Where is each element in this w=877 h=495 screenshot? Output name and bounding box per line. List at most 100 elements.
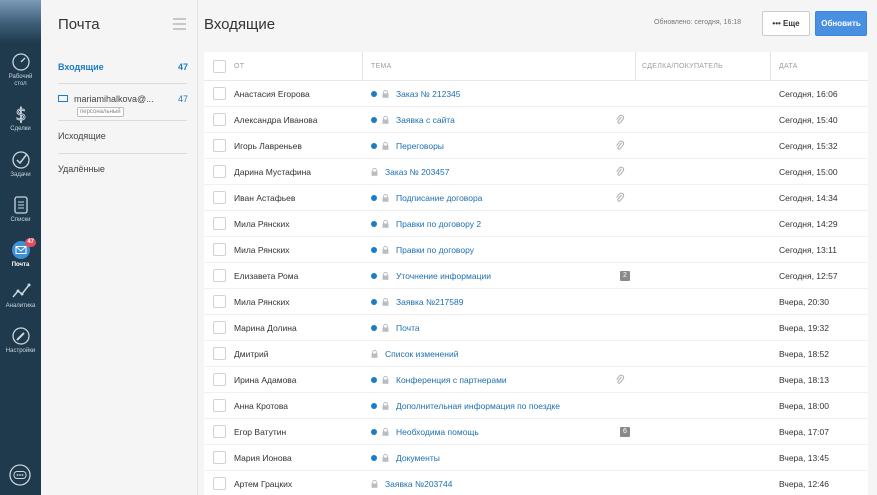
update-button[interactable]: Обновить	[815, 11, 867, 36]
subject-link[interactable]: Уточнение информации	[396, 263, 491, 289]
received-date: Сегодня, 12:57	[779, 271, 838, 281]
lock-icon	[382, 323, 389, 332]
sender: Артем Грацких	[234, 479, 293, 489]
lock-icon	[382, 297, 389, 306]
column-divider	[362, 52, 363, 81]
row-checkbox[interactable]	[213, 425, 226, 438]
mail-account[interactable]: mariamihalkova@... 47	[58, 94, 188, 104]
nav-item-dashboard[interactable]: Рабочий стол	[0, 52, 41, 88]
attachment-icon	[615, 192, 625, 204]
table-row[interactable]: Иван Астафьев Подписание договора Сегодня,…	[204, 185, 868, 211]
row-checkbox[interactable]	[213, 321, 226, 334]
row-checkbox[interactable]	[213, 269, 226, 282]
subject-link[interactable]: Правки по договору 2	[396, 211, 481, 237]
row-checkbox[interactable]	[213, 347, 226, 360]
row-checkbox[interactable]	[213, 113, 226, 126]
unread-dot-icon	[371, 195, 377, 201]
more-button[interactable]: ••• Еще	[762, 11, 810, 36]
column-date[interactable]: ДАТА	[779, 52, 798, 81]
table-row[interactable]: Ирина Адамова Конференция с партнерами Вче…	[204, 367, 868, 393]
subject-link[interactable]: Дополнительная информация по поездке	[396, 393, 560, 419]
subject-link[interactable]: Заказ № 203457	[385, 159, 450, 185]
table-row[interactable]: Анна Кротова Дополнительная информация по…	[204, 393, 868, 419]
select-all-checkbox[interactable]	[213, 60, 226, 73]
nav-item-tasks[interactable]: Задачи	[0, 150, 41, 179]
table-row[interactable]: Александра Иванова Заявка с сайта Сегодня,…	[204, 107, 868, 133]
unread-dot-icon	[371, 377, 377, 383]
lock-icon	[382, 89, 389, 98]
subject-link[interactable]: Правки по договору	[396, 237, 474, 263]
sender: Иван Астафьев	[234, 193, 296, 203]
received-date: Сегодня, 15:00	[779, 167, 838, 177]
row-checkbox[interactable]	[213, 87, 226, 100]
nav-item-analytics[interactable]: Аналитика	[0, 281, 41, 310]
column-divider	[770, 52, 771, 81]
table-row[interactable]: Артем Грацких Заявка №203744 Вчера, 12:46	[204, 471, 868, 495]
table-row[interactable]: Мария Ионова Документы Вчера, 13:45	[204, 445, 868, 471]
folder-inbox[interactable]: Входящие 47	[58, 62, 188, 72]
nav-item-deals[interactable]: $ Сделки	[0, 104, 41, 133]
subject-link[interactable]: Необходима помощь	[396, 419, 479, 445]
row-checkbox[interactable]	[213, 217, 226, 230]
subject-link[interactable]: Переговоры	[396, 133, 444, 159]
row-checkbox[interactable]	[213, 295, 226, 308]
row-checkbox[interactable]	[213, 139, 226, 152]
subject-link[interactable]: Список изменений	[385, 341, 458, 367]
column-from[interactable]: ОТ	[234, 52, 244, 81]
sender: Игорь Лавреньев	[234, 141, 302, 151]
lock-icon	[371, 349, 378, 358]
account-count: 47	[177, 94, 188, 104]
subject-link[interactable]: Почта	[396, 315, 420, 341]
table-row[interactable]: Марина Долина Почта Вчера, 19:32	[204, 315, 868, 341]
table-row[interactable]: Дмитрий Список изменений Вчера, 18:52	[204, 341, 868, 367]
account-tag: персональный	[77, 107, 124, 117]
table-row[interactable]: Мила Рянских Правки по договору 2 Сегодня,…	[204, 211, 868, 237]
unread-dot-icon	[371, 403, 377, 409]
subject-link[interactable]: Документы	[396, 445, 440, 471]
table-body: Анастасия Егорова Заказ № 212345 Сегодня, …	[204, 81, 868, 495]
subject-link[interactable]: Подписание договора	[396, 185, 482, 211]
table-row[interactable]: Дарина Мустафина Заказ № 203457 Сегодня, 1…	[204, 159, 868, 185]
subject-link[interactable]: Заявка №217589	[396, 289, 463, 315]
table-row[interactable]: Мила Рянских Правки по договору Сегодня, 1…	[204, 237, 868, 263]
unread-dot-icon	[371, 325, 377, 331]
folder-outbox[interactable]: Исходящие	[58, 131, 188, 141]
folder-deleted[interactable]: Удалённые	[58, 164, 188, 174]
row-checkbox[interactable]	[213, 477, 226, 490]
sender: Егор Ватутин	[234, 427, 287, 437]
table-row[interactable]: Анастасия Егорова Заказ № 212345 Сегодня, …	[204, 81, 868, 107]
subject-link[interactable]: Заявка №203744	[385, 471, 452, 495]
divider	[58, 83, 187, 84]
row-checkbox[interactable]	[213, 191, 226, 204]
table-row[interactable]: Мила Рянских Заявка №217589 Вчера, 20:30	[204, 289, 868, 315]
list-icon	[13, 196, 28, 214]
nav-item-mail[interactable]: 47 Почта	[0, 238, 41, 269]
table-row[interactable]: Егор Ватутин Необходима помощь 6 Вчера, 17:…	[204, 419, 868, 445]
chat-icon[interactable]	[9, 464, 31, 486]
received-date: Вчера, 13:45	[779, 453, 829, 463]
row-checkbox[interactable]	[213, 373, 226, 386]
received-date: Сегодня, 15:32	[779, 141, 838, 151]
nav-item-settings[interactable]: Настройки	[0, 326, 41, 355]
column-subject[interactable]: ТЕМА	[371, 52, 392, 81]
hamburger-icon[interactable]	[173, 18, 186, 33]
sender: Мила Рянских	[234, 245, 290, 255]
table-row[interactable]: Елизавета Рома Уточнение информации 2 Сегод…	[204, 263, 868, 289]
nav-item-lists[interactable]: Списки	[0, 195, 41, 224]
subject-link[interactable]: Заявка с сайта	[396, 107, 455, 133]
row-checkbox[interactable]	[213, 399, 226, 412]
column-deal[interactable]: СДЕЛКА/ПОКУПАТЕЛЬ	[642, 52, 723, 81]
subject-link[interactable]: Конференция с партнерами	[396, 367, 507, 393]
sender: Александра Иванова	[234, 115, 318, 125]
inbox-count: 47	[177, 62, 188, 72]
subject-link[interactable]: Заказ № 212345	[396, 81, 461, 107]
table-row[interactable]: Игорь Лавреньев Переговоры Сегодня, 15:32	[204, 133, 868, 159]
lock-icon	[382, 193, 389, 202]
received-date: Сегодня, 14:34	[779, 193, 838, 203]
sender: Анна Кротова	[234, 401, 289, 411]
row-checkbox[interactable]	[213, 165, 226, 178]
row-checkbox[interactable]	[213, 243, 226, 256]
row-checkbox[interactable]	[213, 451, 226, 464]
wrench-icon	[11, 327, 30, 345]
received-date: Сегодня, 15:40	[779, 115, 838, 125]
